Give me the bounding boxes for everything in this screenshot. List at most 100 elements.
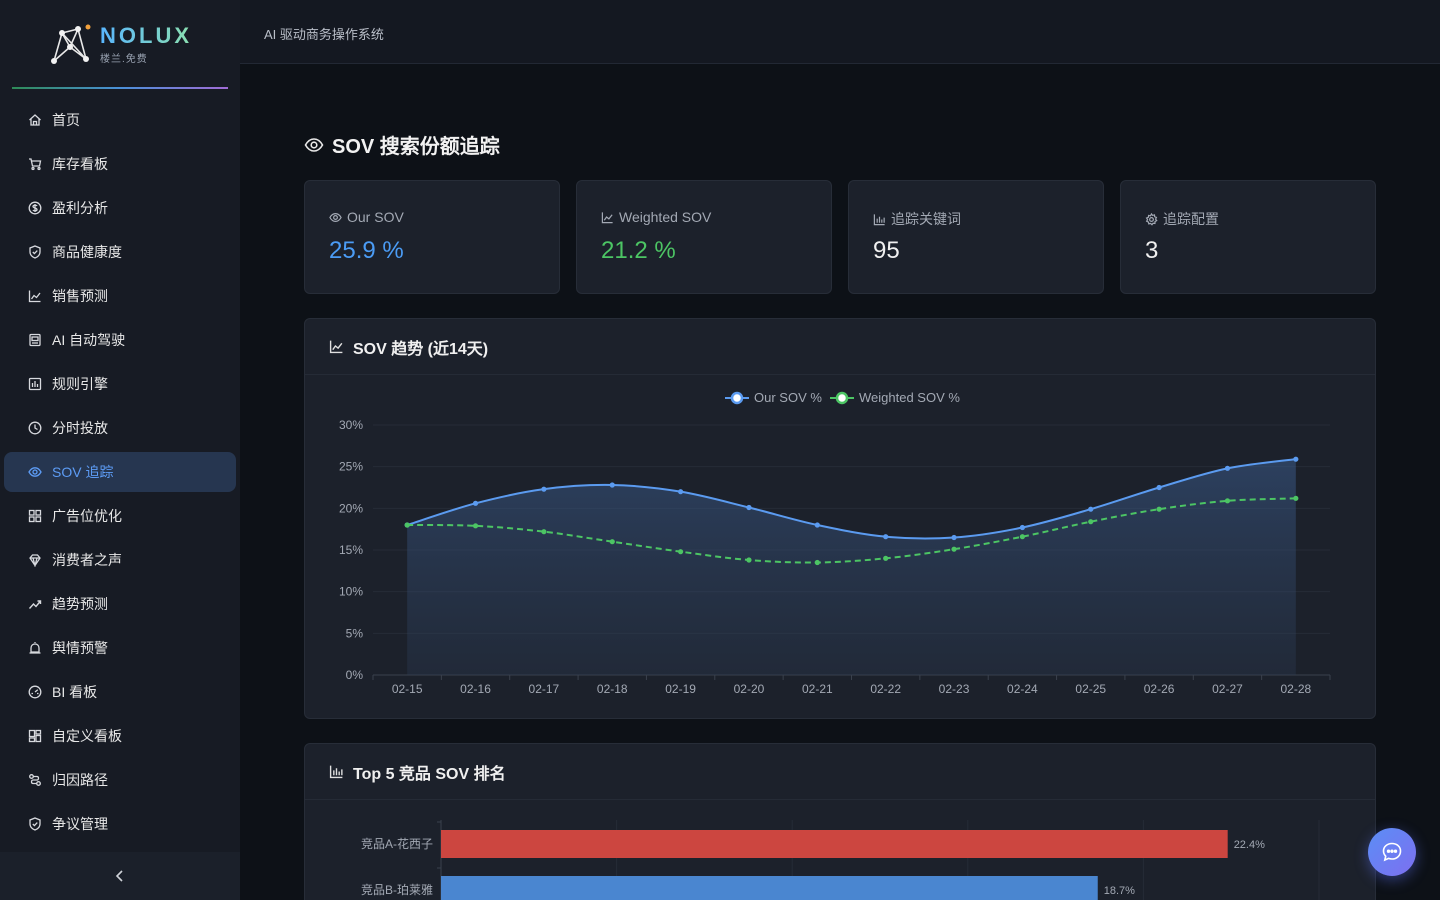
- our-sov-point: [1224, 465, 1231, 471]
- weighted-sov-point: [1156, 506, 1162, 512]
- stat-unit: %: [654, 237, 676, 264]
- sidebar-item-profit[interactable]: 盈利分析: [4, 188, 236, 228]
- stat-value: 25.9: [329, 237, 376, 264]
- weighted-sov-point: [541, 529, 547, 535]
- sidebar-collapse-button[interactable]: [0, 852, 240, 900]
- sidebar-item-home[interactable]: 首页: [4, 100, 236, 140]
- x-tick-label: 02-21: [802, 682, 833, 696]
- weighted-sov-point: [609, 539, 615, 545]
- stat-label-row: 追踪关键词: [873, 209, 961, 229]
- logo-network-icon: [51, 24, 91, 64]
- trend-up-icon: [28, 597, 42, 611]
- x-tick-label: 02-27: [1212, 682, 1243, 696]
- sidebar-item-trend-forecast[interactable]: 趋势预测: [4, 584, 236, 624]
- category-label: 竞品B-珀莱雅: [361, 882, 433, 897]
- legend-item: Weighted SOV %: [830, 390, 960, 405]
- home-icon: [28, 113, 42, 127]
- grid-icon: [28, 509, 42, 523]
- y-tick-label: 0%: [346, 668, 364, 682]
- rules-icon: [28, 377, 42, 391]
- eye-icon: [28, 465, 42, 479]
- sidebar-item-label: 库存看板: [52, 156, 108, 172]
- sidebar-item-attribution[interactable]: 归因路径: [4, 760, 236, 800]
- chat-assistant-button[interactable]: [1368, 828, 1416, 876]
- sidebar-item-label: SOV 追踪: [52, 464, 114, 480]
- stat-card-our-sov: Our SOV 25.9 %: [304, 180, 560, 294]
- sidebar-item-label: BI 看板: [52, 684, 98, 700]
- sidebar-item-sov-tracking[interactable]: SOV 追踪: [4, 452, 236, 492]
- our-sov-point: [1156, 484, 1162, 491]
- sidebar-item-label: 自定义看板: [52, 728, 122, 744]
- sidebar: NOLUX 楼兰.免费 首页 库存看板 盈利分析 商品健康度 销售预测 AI 自…: [0, 0, 240, 900]
- header-title: AI 驱动商务操作系统: [264, 27, 384, 42]
- sov-trend-chart[interactable]: 0% 5% 10% 15% 20% 25% 30% 02-15 02-16 02-17 02-18 0…: [305, 376, 1375, 719]
- our-sov-point: [541, 486, 547, 492]
- sidebar-item-label: 首页: [52, 112, 80, 128]
- sidebar-item-label: 商品健康度: [52, 244, 122, 260]
- stat-value-row: 25.9 %: [329, 237, 404, 265]
- brand-subtitle: 楼兰.免费: [100, 54, 148, 65]
- x-tick-label: 02-23: [939, 682, 970, 696]
- dollar-icon: [28, 201, 42, 215]
- our-sov-point: [951, 534, 957, 541]
- weighted-sov-point: [1293, 495, 1299, 501]
- alarm-icon: [28, 641, 42, 655]
- sidebar-item-voice-of-customer[interactable]: 消费者之声: [4, 540, 236, 580]
- x-tick-label: 02-17: [529, 682, 560, 696]
- stat-value: 3: [1145, 237, 1159, 264]
- y-tick-label: 5%: [346, 626, 364, 640]
- our-sov-point: [1019, 524, 1025, 531]
- legend-label: Our SOV %: [754, 390, 822, 405]
- sidebar-item-product-health[interactable]: 商品健康度: [4, 232, 236, 272]
- stat-card-weighted-sov: Weighted SOV 21.2 %: [576, 180, 832, 294]
- sidebar-item-inventory[interactable]: 库存看板: [4, 144, 236, 184]
- sidebar-item-rule-engine[interactable]: 规则引擎: [4, 364, 236, 404]
- stat-label-row: Our SOV: [329, 209, 404, 225]
- eye-icon: [304, 135, 324, 155]
- x-tick-label: 02-16: [460, 682, 491, 696]
- our-sov-point: [472, 500, 479, 506]
- logo-divider: [12, 87, 228, 89]
- sidebar-item-custom-dashboard[interactable]: 自定义看板: [4, 716, 236, 756]
- weighted-sov-point: [678, 549, 684, 555]
- layout-icon: [28, 729, 42, 743]
- brand-name: NOLUX: [100, 23, 192, 48]
- sidebar-item-sentiment-alert[interactable]: 舆情预警: [4, 628, 236, 668]
- stat-value: 95: [873, 237, 900, 264]
- sidebar-item-label: 争议管理: [52, 816, 108, 832]
- weighted-sov-point: [404, 522, 410, 528]
- sidebar-item-placement[interactable]: 广告位优化: [4, 496, 236, 536]
- weighted-sov-point: [814, 559, 820, 566]
- stat-unit: %: [382, 237, 404, 264]
- sidebar-item-ai-autopilot[interactable]: AI 自动驾驶: [4, 320, 236, 360]
- gear-icon: [1145, 212, 1158, 226]
- sidebar-item-bi-dashboard[interactable]: BI 看板: [4, 672, 236, 712]
- shield-icon: [28, 817, 42, 831]
- stat-value: 21.2: [601, 237, 648, 264]
- top5-bar-chart[interactable]: 竞品A-花西子 22.4% 竞品B-珀莱雅 18.7%: [305, 801, 1375, 900]
- panel-title: Top 5 竞品 SOV 排名: [353, 765, 506, 783]
- top-header: AI 驱动商务操作系统: [240, 0, 1440, 64]
- path-icon: [28, 773, 42, 787]
- sidebar-item-label: 规则引擎: [52, 376, 108, 392]
- y-tick-label: 25%: [339, 460, 363, 474]
- x-tick-label: 02-20: [734, 682, 765, 696]
- sidebar-item-disputes[interactable]: 争议管理: [4, 804, 236, 844]
- sidebar-item-sales-forecast[interactable]: 销售预测: [4, 276, 236, 316]
- eye-icon: [329, 211, 342, 224]
- our-sov-point: [883, 534, 889, 540]
- sidebar-item-label: 分时投放: [52, 420, 108, 436]
- dashboard-icon: [28, 685, 42, 699]
- brand-logo[interactable]: NOLUX 楼兰.免费: [0, 0, 240, 88]
- bar-chart-icon: [329, 764, 344, 779]
- category-label: 竞品A-花西子: [361, 836, 433, 851]
- legend-label: Weighted SOV %: [859, 390, 960, 405]
- weighted-sov-point: [746, 557, 752, 563]
- page-title: SOV 搜索份额追踪: [304, 130, 500, 159]
- x-tick-label: 02-19: [665, 682, 696, 696]
- sidebar-item-dayparting[interactable]: 分时投放: [4, 408, 236, 448]
- our-sov-area: [407, 459, 1296, 675]
- sidebar-item-label: 舆情预警: [52, 640, 108, 656]
- panel-header: Top 5 竞品 SOV 排名: [305, 744, 1375, 800]
- panel-title: SOV 趋势 (近14天): [353, 340, 489, 358]
